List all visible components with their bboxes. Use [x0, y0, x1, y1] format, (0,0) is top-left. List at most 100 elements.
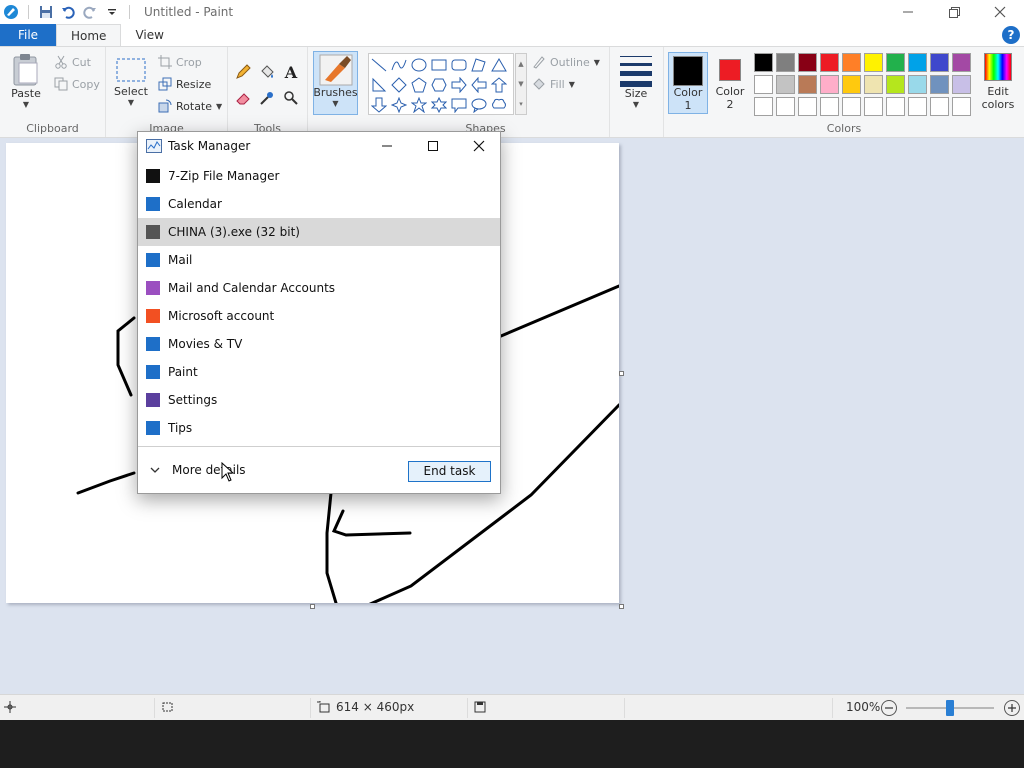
tm-maximize-button[interactable] — [410, 132, 456, 160]
palette-swatch[interactable] — [952, 97, 971, 116]
hexagon-shape-icon[interactable] — [430, 76, 448, 94]
palette-swatch[interactable] — [776, 53, 795, 72]
palette-swatch[interactable] — [908, 97, 927, 116]
fill-bucket-icon[interactable] — [258, 63, 276, 81]
palette-swatch[interactable] — [952, 75, 971, 94]
palette-swatch[interactable] — [754, 97, 773, 116]
right-triangle-shape-icon[interactable] — [370, 76, 388, 94]
five-point-star-shape-icon[interactable] — [410, 96, 428, 114]
color1-button[interactable]: Color 1 — [668, 52, 708, 114]
palette-swatch[interactable] — [754, 53, 773, 72]
color-picker-icon[interactable] — [258, 89, 276, 107]
rotate-button[interactable]: Rotate ▼ — [158, 99, 222, 113]
tm-close-button[interactable] — [456, 132, 502, 160]
process-list-item[interactable]: Mail and Calendar Accounts — [138, 274, 500, 302]
palette-swatch[interactable] — [886, 75, 905, 94]
paint-app-icon[interactable] — [0, 1, 22, 23]
palette-swatch[interactable] — [908, 53, 927, 72]
process-list-item[interactable]: Mail — [138, 246, 500, 274]
shapes-scrollbar[interactable]: ▲ ▼ ▾ — [515, 53, 527, 115]
help-icon[interactable]: ? — [1002, 26, 1020, 44]
curve-shape-icon[interactable] — [390, 56, 408, 74]
crop-button[interactable]: Crop — [158, 55, 202, 69]
palette-swatch[interactable] — [930, 97, 949, 116]
process-list-item[interactable]: Calendar — [138, 190, 500, 218]
rectangle-shape-icon[interactable] — [430, 56, 448, 74]
palette-swatch[interactable] — [798, 53, 817, 72]
zoom-in-button[interactable] — [1004, 700, 1020, 716]
six-point-star-shape-icon[interactable] — [430, 96, 448, 114]
undo-icon[interactable] — [57, 1, 79, 23]
palette-swatch[interactable] — [952, 53, 971, 72]
size-button[interactable]: Size ▼ — [618, 53, 654, 109]
left-arrow-shape-icon[interactable] — [470, 76, 488, 94]
palette-swatch[interactable] — [820, 75, 839, 94]
process-list-item[interactable]: Movies & TV — [138, 330, 500, 358]
save-icon[interactable] — [35, 1, 57, 23]
process-list-item[interactable]: Tips — [138, 414, 500, 442]
select-button[interactable]: Select ▼ — [114, 55, 148, 107]
palette-swatch[interactable] — [820, 53, 839, 72]
zoom-slider-thumb[interactable] — [946, 700, 954, 716]
rounded-rectangle-shape-icon[interactable] — [450, 56, 468, 74]
palette-swatch[interactable] — [776, 75, 795, 94]
zoom-out-button[interactable] — [881, 700, 897, 716]
down-arrow-shape-icon[interactable] — [370, 96, 388, 114]
cloud-callout-shape-icon[interactable] — [490, 96, 508, 114]
pencil-icon[interactable] — [234, 63, 252, 81]
paste-button[interactable]: Paste ▼ — [6, 53, 46, 109]
palette-swatch[interactable] — [842, 97, 861, 116]
fill-button[interactable]: Fill ▼ — [532, 77, 575, 91]
oval-callout-shape-icon[interactable] — [470, 96, 488, 114]
copy-button[interactable]: Copy — [54, 77, 100, 91]
palette-swatch[interactable] — [864, 75, 883, 94]
end-task-button[interactable]: End task — [408, 461, 491, 482]
eraser-icon[interactable] — [234, 89, 252, 107]
palette-swatch[interactable] — [754, 75, 773, 94]
rect-callout-shape-icon[interactable] — [450, 96, 468, 114]
tab-home[interactable]: Home — [56, 24, 122, 46]
palette-swatch[interactable] — [776, 97, 795, 116]
palette-swatch[interactable] — [842, 53, 861, 72]
customize-toolbar-icon[interactable] — [101, 1, 123, 23]
process-list-item[interactable]: Paint — [138, 358, 500, 386]
redo-icon[interactable] — [79, 1, 101, 23]
up-arrow-shape-icon[interactable] — [490, 76, 508, 94]
resize-button[interactable]: Resize — [158, 77, 211, 91]
text-tool-icon[interactable]: A — [282, 63, 300, 82]
palette-swatch[interactable] — [864, 97, 883, 116]
palette-swatch[interactable] — [842, 75, 861, 94]
right-arrow-shape-icon[interactable] — [450, 76, 468, 94]
palette-swatch[interactable] — [930, 53, 949, 72]
cut-button[interactable]: Cut — [54, 55, 91, 69]
resize-handle-bottom[interactable] — [310, 604, 315, 609]
outline-button[interactable]: Outline ▼ — [532, 55, 600, 69]
tm-minimize-button[interactable] — [364, 132, 410, 160]
palette-swatch[interactable] — [908, 75, 927, 94]
process-list-item[interactable]: Microsoft account — [138, 302, 500, 330]
color2-button[interactable]: Color 2 — [711, 52, 749, 114]
polygon-shape-icon[interactable] — [470, 56, 488, 74]
tab-view[interactable]: View — [121, 24, 177, 46]
magnifier-icon[interactable] — [282, 89, 300, 107]
palette-swatch[interactable] — [798, 97, 817, 116]
four-point-star-shape-icon[interactable] — [390, 96, 408, 114]
tab-file[interactable]: File — [0, 24, 56, 46]
triangle-shape-icon[interactable] — [490, 56, 508, 74]
oval-shape-icon[interactable] — [410, 56, 428, 74]
palette-swatch[interactable] — [798, 75, 817, 94]
palette-swatch[interactable] — [930, 75, 949, 94]
resize-handle-right[interactable] — [619, 371, 624, 376]
diamond-shape-icon[interactable] — [390, 76, 408, 94]
process-list-item[interactable]: CHINA (3).exe (32 bit) — [138, 218, 500, 246]
process-list-item[interactable]: Settings — [138, 386, 500, 414]
palette-swatch[interactable] — [886, 53, 905, 72]
edit-colors-button[interactable]: Edit colors — [977, 53, 1019, 111]
close-button[interactable] — [977, 0, 1023, 24]
resize-handle-corner[interactable] — [619, 604, 624, 609]
line-shape-icon[interactable] — [370, 56, 388, 74]
process-list-item[interactable]: 7-Zip File Manager — [138, 162, 500, 190]
palette-swatch[interactable] — [864, 53, 883, 72]
pentagon-shape-icon[interactable] — [410, 76, 428, 94]
minimize-button[interactable] — [885, 0, 931, 24]
